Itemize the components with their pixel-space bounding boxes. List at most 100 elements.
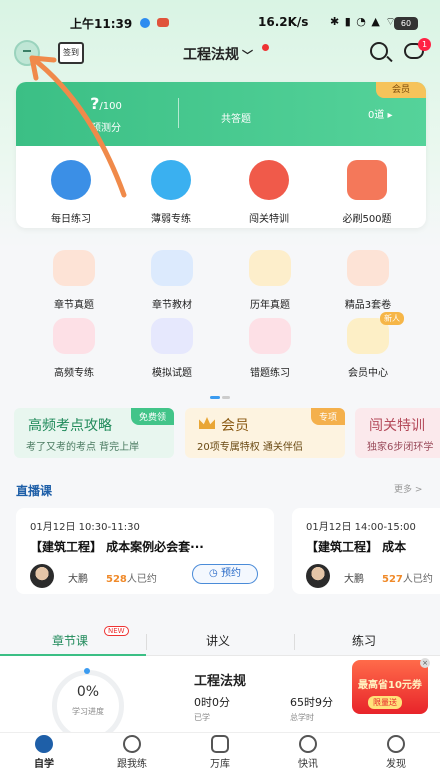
nav-follow-practice[interactable]: 跟我练 xyxy=(88,735,176,770)
teacher-name: 大鹏 xyxy=(68,574,88,585)
practice-card: ?/100 预测分 共答题 会员 0道 ▸ 每日练习 薄弱专练 闯关特训 必刷5… xyxy=(16,82,426,228)
progress-value: 0% xyxy=(76,684,100,700)
document-icon xyxy=(347,250,389,286)
quick-weak-practice[interactable]: 薄弱专练 xyxy=(126,160,216,225)
score-label: 预测分 xyxy=(91,123,121,134)
quick-label: 必刷500题 xyxy=(342,214,392,225)
quick-actions: 每日练习 薄弱专练 闯关特训 必刷500题 xyxy=(16,146,426,228)
shield-plus-icon xyxy=(151,250,193,286)
stats-divider xyxy=(178,98,179,128)
studied-time: 0时0分 xyxy=(194,696,230,709)
grid-member-center[interactable]: 新人 会员中心 xyxy=(318,312,418,379)
flag-icon xyxy=(53,318,95,354)
grid-label: 模拟试题 xyxy=(152,368,192,379)
grid-chapter-textbook[interactable]: 章节教材 xyxy=(122,250,222,311)
quick-label: 薄弱专练 xyxy=(151,214,191,225)
compass-icon xyxy=(387,735,405,753)
grid-label: 精品3套卷 xyxy=(344,300,392,311)
grid-past-exams[interactable]: 历年真题 xyxy=(220,250,320,311)
nav-label: 自学 xyxy=(34,759,54,770)
quick-challenge[interactable]: 闯关特训 xyxy=(224,160,314,225)
folder-icon xyxy=(249,250,291,286)
tab-practice[interactable]: 练习 xyxy=(352,632,376,649)
live-card[interactable]: 01月12日 14:00-15:00 【建筑工程】 成本 大鹏 527人已约 xyxy=(292,508,440,594)
lightning-icon xyxy=(299,735,317,753)
target-icon xyxy=(249,160,289,200)
top-header: 签到 工程法规 ﹀ 1 xyxy=(0,36,440,68)
coupon-tag: 限量送 xyxy=(368,696,402,709)
subject-label: 工程法规 xyxy=(183,47,239,63)
grid-premium-papers[interactable]: 精品3套卷 xyxy=(318,250,418,311)
new-badge: NEW xyxy=(104,626,129,636)
nav-question-bank[interactable]: 万库 xyxy=(176,735,264,770)
book-button[interactable]: ◷ 预约 xyxy=(192,564,258,584)
signin-button[interactable]: 签到 xyxy=(58,42,84,64)
score-value: ? xyxy=(90,94,100,113)
close-icon[interactable]: × xyxy=(420,658,430,668)
booking-count: 528人已约 xyxy=(106,570,157,585)
promo-title: 会员 xyxy=(221,418,249,434)
grid-label: 会员中心 xyxy=(348,368,388,379)
tab-separator xyxy=(146,634,147,650)
grid-label: 高频专练 xyxy=(54,368,94,379)
stats-banner[interactable]: ?/100 预测分 共答题 会员 0道 ▸ xyxy=(16,82,426,146)
gear-icon xyxy=(53,250,95,286)
app-notification-icon xyxy=(157,18,169,27)
score-unit: /100 xyxy=(99,101,122,112)
booking-count-value: 528 xyxy=(106,574,127,585)
live-more-link[interactable]: 更多 > xyxy=(394,482,422,495)
new-user-badge: 新人 xyxy=(380,312,404,325)
booking-count: 527人已约 xyxy=(382,570,433,585)
coupon-text: 最高省10元券 xyxy=(358,680,422,691)
network-speed: 16.2K/s xyxy=(258,15,309,29)
coupon-popup[interactable]: × 最高省10元券 限量送 xyxy=(352,658,430,714)
tab-handouts[interactable]: 讲义 xyxy=(206,632,230,649)
bottom-nav: 自学 跟我练 万库 快讯 发现 xyxy=(0,732,440,770)
progress-label: 学习进度 xyxy=(72,707,104,716)
grid-label: 错题练习 xyxy=(250,368,290,379)
status-bar: 上午11:39 16.2K/s ✱ ▮ ◔ ▲ ⌔ 60 xyxy=(0,0,440,31)
chevron-down-icon: ﹀ xyxy=(242,49,253,62)
nav-discover[interactable]: 发现 xyxy=(352,735,440,770)
live-time: 01月12日 10:30-11:30 xyxy=(30,522,140,533)
promo-title: 高频考点攻略 xyxy=(28,418,112,434)
page-indicator xyxy=(210,384,234,399)
quick-daily-practice[interactable]: 每日练习 xyxy=(26,160,116,225)
promo-membership[interactable]: 会员 20项专属特权 通关伴侣 专项 xyxy=(185,408,345,458)
nav-label: 发现 xyxy=(386,759,406,770)
nav-label: 跟我练 xyxy=(117,759,147,770)
crown-icon xyxy=(199,417,215,429)
question-count: 0道 ▸ xyxy=(368,110,393,121)
book-500-icon xyxy=(347,160,387,200)
vip-tag: 会员 xyxy=(376,82,426,98)
live-title: 【建筑工程】 成本 xyxy=(306,540,407,554)
predicted-score: ?/100 预测分 xyxy=(66,94,146,134)
list-box-icon xyxy=(211,735,229,753)
nav-self-study[interactable]: 自学 xyxy=(0,735,88,770)
subject-selector[interactable]: 工程法规 ﹀ xyxy=(183,44,253,64)
tab-chapter-course[interactable]: 章节课 xyxy=(52,632,88,649)
search-icon[interactable] xyxy=(370,42,388,60)
total-time: 65时9分 xyxy=(290,696,333,709)
clock-icon xyxy=(51,160,91,200)
nav-news[interactable]: 快讯 xyxy=(264,735,352,770)
battery-icon: 60 xyxy=(394,17,418,30)
grid-high-frequency[interactable]: 高频专练 xyxy=(24,318,124,379)
subject-dot-indicator xyxy=(262,44,269,51)
system-icons: ✱ ▮ ◔ ▲ ⌔ xyxy=(330,15,397,28)
live-title: 【建筑工程】 成本案例必会套··· xyxy=(30,540,204,554)
avatar[interactable] xyxy=(14,40,40,66)
promo-subtitle: 考了又考的考点 背完上岸 xyxy=(26,442,140,453)
grid-wrong-answers[interactable]: 错题练习 xyxy=(220,318,320,379)
page-dot-active xyxy=(210,396,220,399)
quick-label: 每日练习 xyxy=(51,214,91,225)
promo-title: 闯关特训 xyxy=(369,418,425,434)
promo-key-points[interactable]: 高频考点攻略 考了又考的考点 背完上岸 免费领 xyxy=(14,408,174,458)
quick-must-do-500[interactable]: 必刷500题 xyxy=(322,160,412,225)
promo-challenge[interactable]: 闯关特训 独家6步闭环学 xyxy=(355,408,440,458)
live-card[interactable]: 01月12日 10:30-11:30 【建筑工程】 成本案例必会套··· 大鹏 … xyxy=(16,508,274,594)
grid-mock-exams[interactable]: 模拟试题 xyxy=(122,318,222,379)
grid-chapter-exams[interactable]: 章节真题 xyxy=(24,250,124,311)
teacher-avatar xyxy=(30,564,54,588)
grid-label: 历年真题 xyxy=(250,300,290,311)
